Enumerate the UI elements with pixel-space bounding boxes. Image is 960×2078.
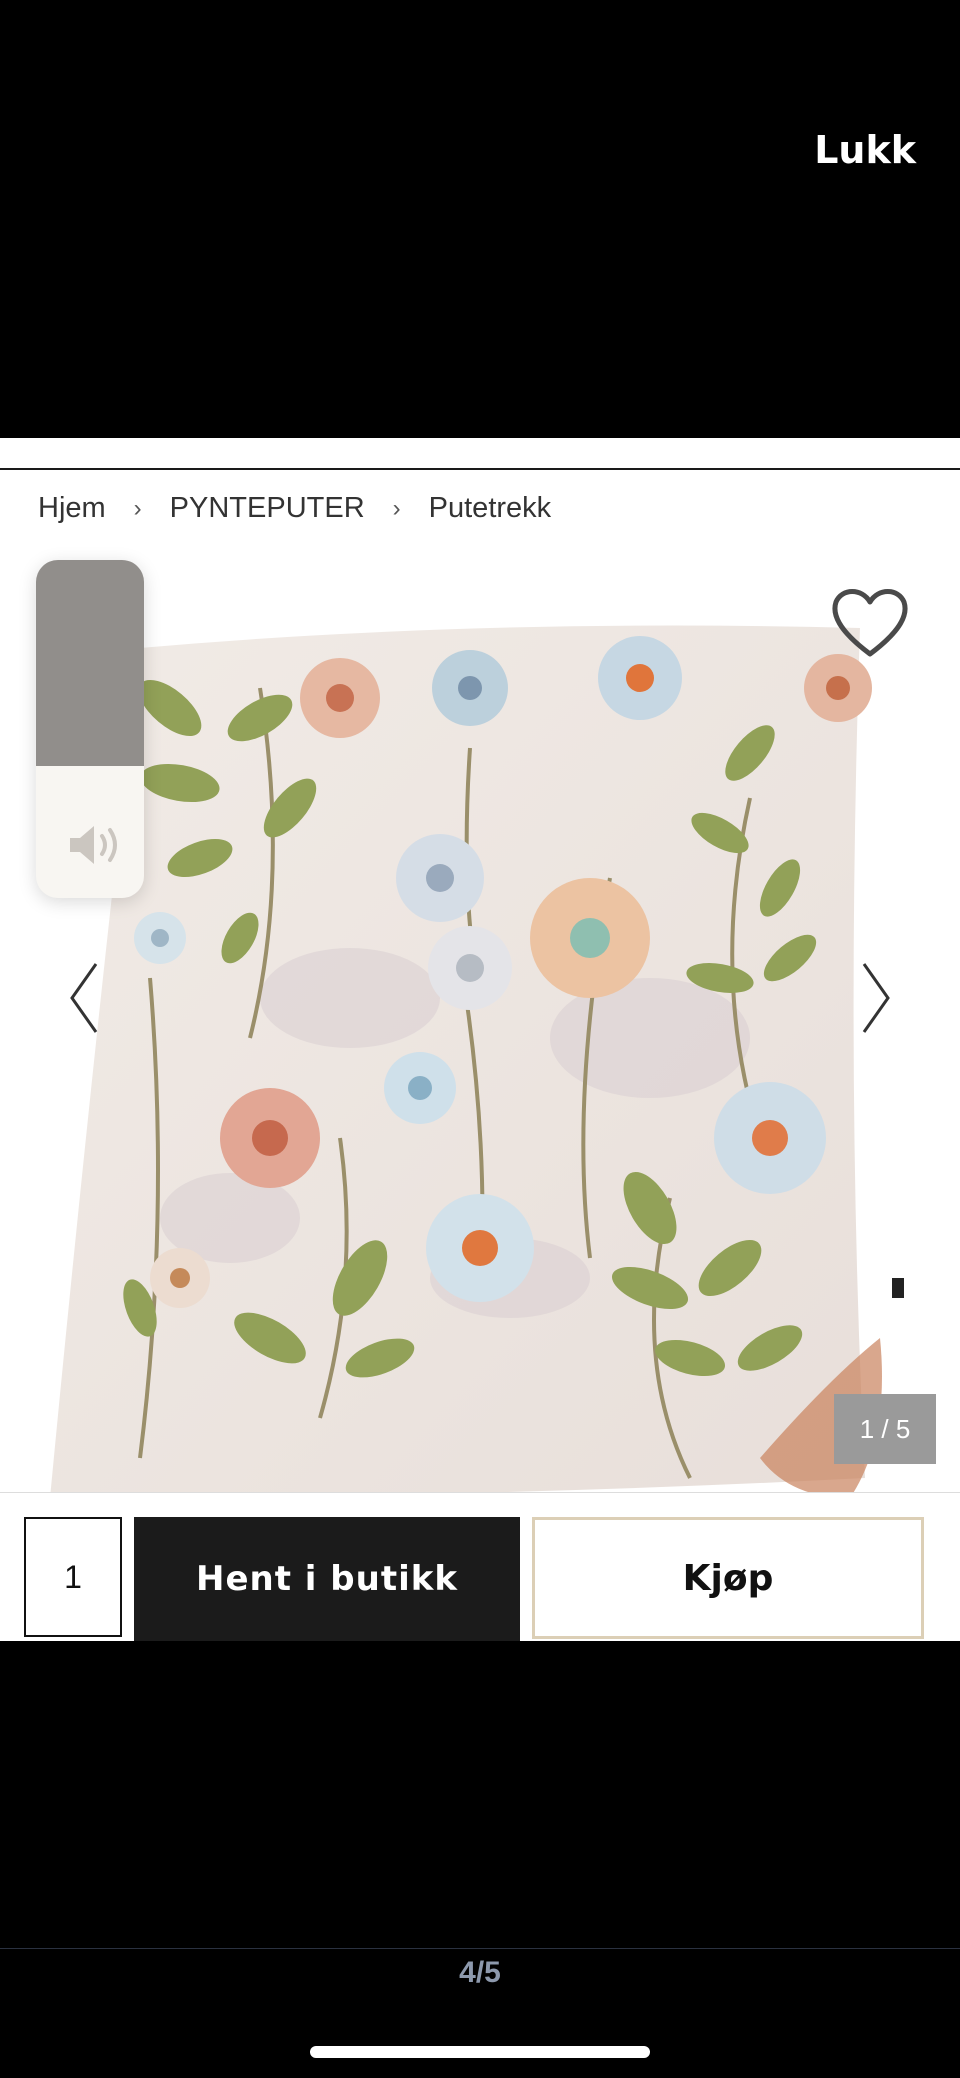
image-counter: 1 / 5 [834,1394,936,1464]
breadcrumb: Hjem › PYNTEPUTER › Putetrekk [38,492,551,525]
close-button[interactable]: Lukk [814,128,916,172]
home-indicator[interactable] [310,2046,650,2058]
chevron-right-icon: › [133,494,142,522]
volume-level [36,560,144,767]
story-page-indicator: 4/5 [459,1956,501,1989]
quantity-input[interactable] [24,1517,122,1637]
heart-icon[interactable] [828,584,912,660]
chevron-right-icon: › [392,494,401,522]
divider [0,1948,960,1949]
chevron-right-icon[interactable] [856,958,896,1038]
volume-slider[interactable] [36,560,144,898]
breadcrumb-category[interactable]: PYNTEPUTER [170,492,365,525]
speaker-icon [70,826,117,864]
breadcrumb-subcategory[interactable]: Putetrekk [429,492,552,525]
buy-button[interactable]: Kjøp [532,1517,924,1639]
chevron-left-icon[interactable] [64,958,104,1038]
breadcrumb-home[interactable]: Hjem [38,492,106,525]
store-pickup-button[interactable]: Hent i butikk [134,1517,520,1641]
divider [0,468,960,470]
product-image [50,625,904,1498]
purchase-bar: Hent i butikk Kjøp [0,1492,960,1641]
product-page: Hjem › PYNTEPUTER › Putetrekk 1 / 5 [0,438,960,1640]
